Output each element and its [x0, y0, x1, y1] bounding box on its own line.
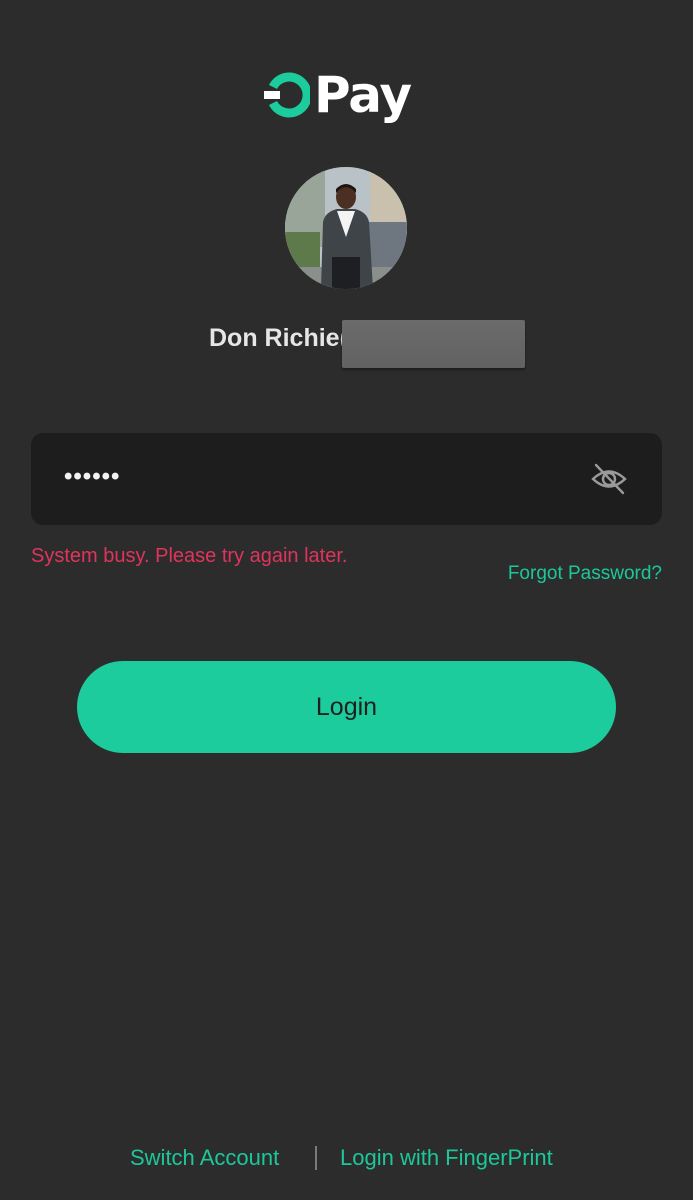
eye-off-icon[interactable]: [589, 459, 629, 499]
fingerprint-login-link[interactable]: Login with FingerPrint: [340, 1145, 553, 1171]
password-field[interactable]: ••••••: [31, 433, 662, 525]
login-button[interactable]: Login: [77, 661, 616, 753]
login-button-label: Login: [315, 692, 378, 721]
account-name-row: Don Richie(: [0, 318, 693, 370]
footer-links: Switch Account Login with FingerPrint: [0, 1142, 693, 1176]
error-message: System busy. Please try again later.: [31, 545, 348, 567]
opay-ring-icon: [264, 72, 312, 118]
redacted-phone-block: [342, 320, 525, 368]
forgot-password-link[interactable]: Forgot Password?: [508, 563, 662, 585]
brand-name: Pay: [314, 66, 412, 124]
footer-divider: [315, 1146, 317, 1170]
user-avatar: [285, 167, 407, 289]
account-name: Don Richie(: [209, 324, 348, 352]
switch-account-link[interactable]: Switch Account: [130, 1145, 279, 1171]
opay-logo: Pay: [264, 66, 412, 124]
password-input[interactable]: ••••••: [64, 463, 120, 491]
